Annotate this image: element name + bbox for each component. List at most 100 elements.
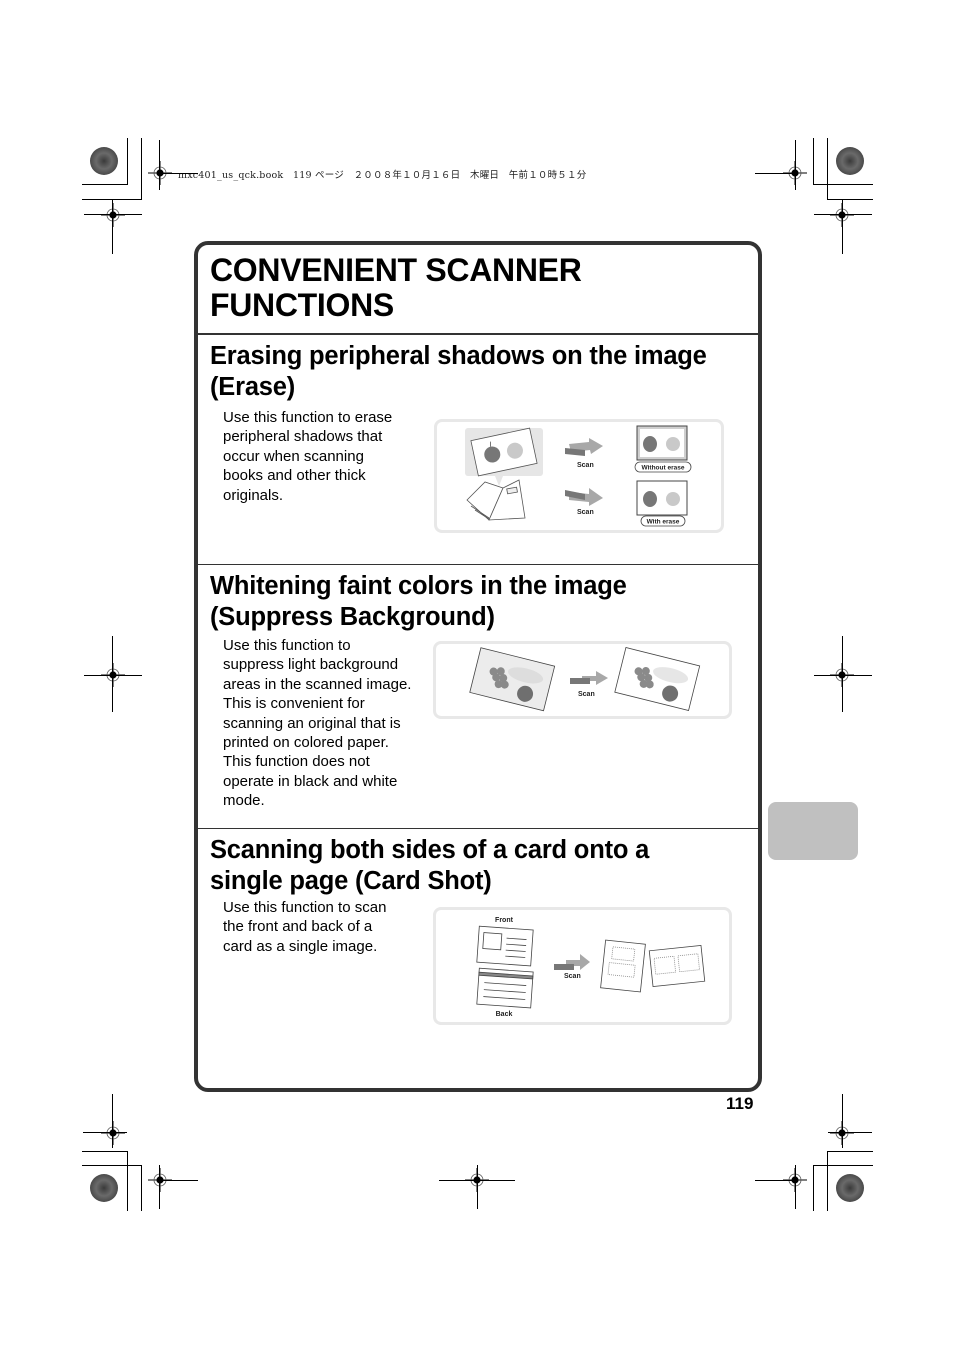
heading-line2: (Suppress Background) (210, 603, 495, 631)
body-line: card as a single image. (223, 937, 378, 955)
scanned-fruit-image-icon (614, 647, 701, 712)
body-line: areas in the scanned image. (223, 675, 412, 693)
section-description: Use this function to scan the front and … (223, 898, 423, 956)
scan-label: Scan (564, 973, 581, 980)
with-erase-label: With erase (647, 519, 680, 526)
body-line: occur when scanning (223, 447, 364, 465)
crop-mark (141, 1165, 142, 1211)
body-line: suppress light background (223, 656, 399, 674)
crop-mark (127, 138, 128, 184)
scan-label: Scan (578, 691, 595, 698)
card-shot-diagram: Front Back Scan (476, 917, 706, 1018)
page-number: 119 (726, 1094, 754, 1113)
section-description: Use this function to erase peripheral sh… (223, 408, 423, 505)
crop-mark (159, 1165, 160, 1209)
crop-mark (160, 173, 198, 174)
crop-mark (755, 173, 795, 174)
card-shot-illustration: Front Back Scan (433, 907, 732, 1025)
erase-diagram: Scan Scan Without erase With erase (465, 425, 692, 527)
body-line: Use this function to erase (223, 409, 393, 426)
chapter-tab (768, 802, 858, 860)
body-line: Use this function to (223, 637, 351, 654)
crop-mark (83, 1132, 127, 1133)
scan-arrow-icon (565, 488, 603, 506)
crop-mark (814, 214, 872, 215)
body-line: scanning an original that is (223, 714, 401, 732)
crop-mark (827, 199, 873, 200)
body-line: This function does not (223, 753, 370, 771)
crop-mark (112, 200, 113, 254)
section-heading: Erasing peripheral shadows on the image … (210, 341, 707, 403)
scan-arrow-icon (565, 438, 603, 456)
page-title-line2: FUNCTIONS (210, 287, 394, 323)
crop-mark (828, 1132, 872, 1133)
card-front-icon (476, 925, 534, 967)
erase-illustration: Scan Scan Without erase With erase (434, 419, 724, 533)
heading-line1: Erasing peripheral shadows on the image (210, 342, 707, 370)
suppress-background-diagram: Scan (469, 647, 701, 712)
crop-mark (159, 140, 160, 190)
section-card-shot: Scanning both sides of a card onto a sin… (198, 828, 758, 1085)
scanned-landscape-page-icon (648, 944, 706, 988)
crop-mark (82, 1151, 128, 1152)
registration-mark-icon (101, 1121, 125, 1145)
original-fruit-image-icon (469, 647, 556, 712)
result-with-erase (636, 480, 688, 516)
scan-arrow-icon (554, 954, 590, 970)
heading-line1: Whitening faint colors in the image (210, 572, 627, 600)
body-line: This is convenient for (223, 695, 365, 713)
crop-mark (160, 1180, 198, 1181)
crop-mark (84, 214, 142, 215)
card-back-icon (476, 967, 534, 1009)
crop-mark (813, 1165, 814, 1211)
scan-arrow-icon (570, 671, 608, 685)
registration-mark-icon (101, 203, 125, 227)
heading-line2: single page (Card Shot) (210, 867, 492, 895)
section-suppress-background: Whitening faint colors in the image (Sup… (198, 564, 758, 829)
section-description: Use this function to suppress light back… (223, 636, 423, 811)
result-without-erase (636, 425, 688, 461)
slug-page-label: ページ (315, 170, 344, 181)
without-erase-label: Without erase (642, 465, 685, 472)
page-title-line1: CONVENIENT SCANNER (210, 252, 582, 288)
title-block: CONVENIENT SCANNER FUNCTIONS (198, 245, 758, 335)
crop-mark (842, 636, 843, 712)
section-erase: Erasing peripheral shadows on the image … (198, 335, 758, 565)
crop-mark (813, 184, 873, 185)
content-frame: CONVENIENT SCANNER FUNCTIONS Erasing per… (194, 241, 762, 1092)
body-line: originals. (223, 486, 284, 504)
heading-line2: (Erase) (210, 373, 296, 401)
book-icon (466, 479, 526, 521)
body-line: the front and back of a (223, 918, 373, 936)
body-line: mode. (223, 792, 265, 810)
crop-mark (813, 138, 814, 184)
crop-mark (755, 1180, 795, 1181)
color-target-icon (836, 147, 864, 175)
crop-mark (141, 138, 142, 200)
crop-mark (842, 200, 843, 254)
crop-mark (112, 1094, 113, 1148)
scan-label: Scan (577, 462, 594, 469)
section-heading: Scanning both sides of a card onto a sin… (210, 835, 649, 897)
scan-label: Scan (577, 509, 594, 516)
crop-mark (827, 138, 828, 200)
color-target-icon (90, 1174, 118, 1202)
crop-mark (795, 140, 796, 190)
back-label: Back (496, 1011, 513, 1018)
crop-mark (82, 1165, 142, 1166)
color-target-icon (90, 147, 118, 175)
crop-mark (795, 1165, 796, 1209)
slug-page: 119 (293, 170, 312, 181)
crop-mark (112, 636, 113, 712)
crop-mark (842, 1094, 843, 1148)
crop-mark (827, 1151, 873, 1152)
crop-mark (814, 675, 872, 676)
slug-filename: mxc401_us_qck.book (178, 170, 284, 181)
crop-mark (82, 184, 128, 185)
print-slug: mxc401_us_qck.book 119 ページ ２００８年１０月１６日 木… (178, 167, 586, 181)
body-line: books and other thick (223, 467, 366, 485)
body-line: printed on colored paper. (223, 734, 389, 752)
suppress-background-illustration: Scan (433, 641, 732, 719)
crop-mark (84, 675, 142, 676)
body-line: operate in black and white (223, 772, 398, 790)
